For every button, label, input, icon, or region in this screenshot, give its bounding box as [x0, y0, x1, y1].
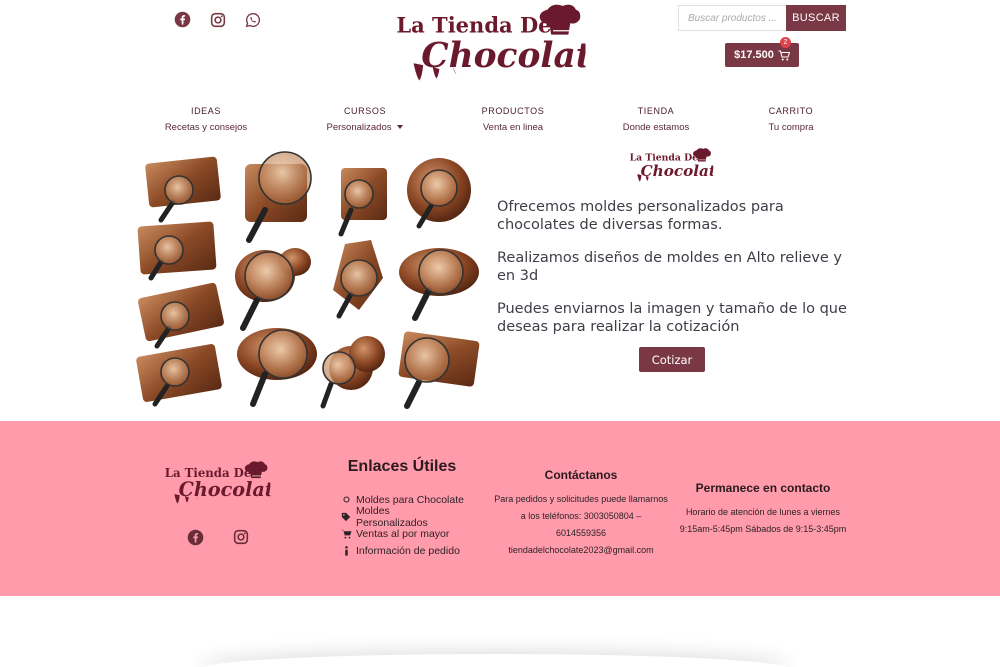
nav-subtitle-wrap: Personalizados — [295, 122, 435, 133]
nav-item-ideas[interactable]: IDEAS Recetas y consejos — [136, 106, 276, 133]
hero-paragraph: Realizamos diseños de moldes en Alto rel… — [497, 250, 842, 284]
nav-subtitle: Recetas y consejos — [164, 122, 248, 133]
contact-phones: a los teléfonos: 3003050804 – — [520, 511, 642, 521]
footer-social-links — [186, 528, 250, 546]
header-social-links — [174, 11, 261, 28]
nav-title: CARRITO — [768, 106, 814, 116]
search-form: BUSCAR — [678, 5, 846, 31]
contact-title: Contáctanos — [544, 468, 618, 482]
footer-link-label: Ventas al por mayor — [356, 527, 450, 540]
nav-title: IDEAS — [190, 106, 221, 116]
cart-icon — [778, 49, 790, 60]
opening-hours: Permanece en contacto Horario de atenció… — [674, 481, 852, 538]
hours-title: Permanece en contacto — [695, 481, 831, 495]
search-input[interactable] — [678, 5, 786, 31]
footer-logo[interactable] — [162, 461, 272, 509]
contact-line: Para pedidos y solicitudes puede llamarn… — [494, 494, 668, 504]
search-button[interactable]: BUSCAR — [786, 5, 846, 31]
nav-subtitle: Personalizados — [326, 122, 392, 133]
hero-description: Ofrecemos moldes personalizados para cho… — [497, 199, 847, 352]
footer-link-moldes-personalizados[interactable]: Moldes Personalizados — [340, 505, 464, 529]
nav-subtitle: Tu compra — [768, 122, 814, 133]
useful-links: Enlaces Útiles Moldes para Chocolate Mol… — [340, 458, 464, 559]
footer-link-ventas-mayor[interactable]: Ventas al por mayor — [340, 525, 464, 542]
cart-button[interactable]: $17.500 2 — [725, 37, 799, 67]
facebook-icon[interactable] — [186, 528, 204, 546]
nav-title: TIENDA — [637, 106, 675, 116]
logo[interactable] — [392, 4, 588, 90]
hero-paragraph: Ofrecemos moldes personalizados para cho… — [497, 199, 784, 233]
hero-paragraph: Puedes enviarnos la imagen y tamaño de l… — [497, 301, 847, 335]
nav-item-productos[interactable]: PRODUCTOS Venta en linea — [443, 106, 583, 133]
info-icon — [340, 545, 352, 556]
footer-link-informacion-pedido[interactable]: Información de pedido — [340, 542, 464, 559]
footer: Enlaces Útiles Moldes para Chocolate Mol… — [0, 421, 1000, 596]
useful-links-title: Enlaces Útiles — [347, 458, 457, 475]
instagram-icon[interactable] — [232, 528, 250, 546]
cart-icon — [340, 529, 352, 539]
hours-line: Horario de atención de lunes a viernes — [685, 507, 841, 517]
nav-title: CURSOS — [343, 106, 387, 116]
nav-title: PRODUCTOS — [481, 106, 545, 116]
footer-link-label: Moldes Personalizados — [355, 504, 428, 529]
chevron-down-icon[interactable] — [397, 125, 404, 130]
nav-subtitle: Donde estamos — [622, 122, 690, 133]
bottom-shadow — [200, 654, 790, 667]
tag-icon — [340, 512, 352, 522]
nav-item-cursos[interactable]: CURSOS Personalizados — [295, 106, 435, 133]
instagram-icon[interactable] — [209, 11, 226, 28]
nav-item-carrito[interactable]: CARRITO Tu compra — [721, 106, 861, 133]
contact-info: Contáctanos Para pedidos y solicitudes p… — [494, 468, 668, 559]
whatsapp-icon[interactable] — [244, 11, 261, 28]
hours-line: 9:15am-5:45pm Sábados de 9:15-3:45pm — [679, 524, 847, 534]
cart-count-badge: 2 — [780, 37, 791, 48]
nav-item-tienda[interactable]: TIENDA Donde estamos — [586, 106, 726, 133]
contact-email[interactable]: tiendadelchocolate2023@gmail.com — [494, 542, 668, 559]
main-nav: IDEAS Recetas y consejos CURSOS Personal… — [0, 106, 1000, 136]
footer-link-label: Información de pedido — [356, 544, 460, 557]
facebook-icon[interactable] — [174, 11, 191, 28]
nav-subtitle: Venta en linea — [482, 122, 544, 133]
circle-icon — [340, 496, 352, 503]
contact-phone-2: 6014559356 — [555, 528, 607, 538]
chocolate-molds-image — [136, 151, 480, 409]
cotizar-button[interactable]: Cotizar — [639, 347, 705, 372]
cart-total: $17.500 — [734, 49, 774, 61]
logo-small — [627, 148, 715, 186]
